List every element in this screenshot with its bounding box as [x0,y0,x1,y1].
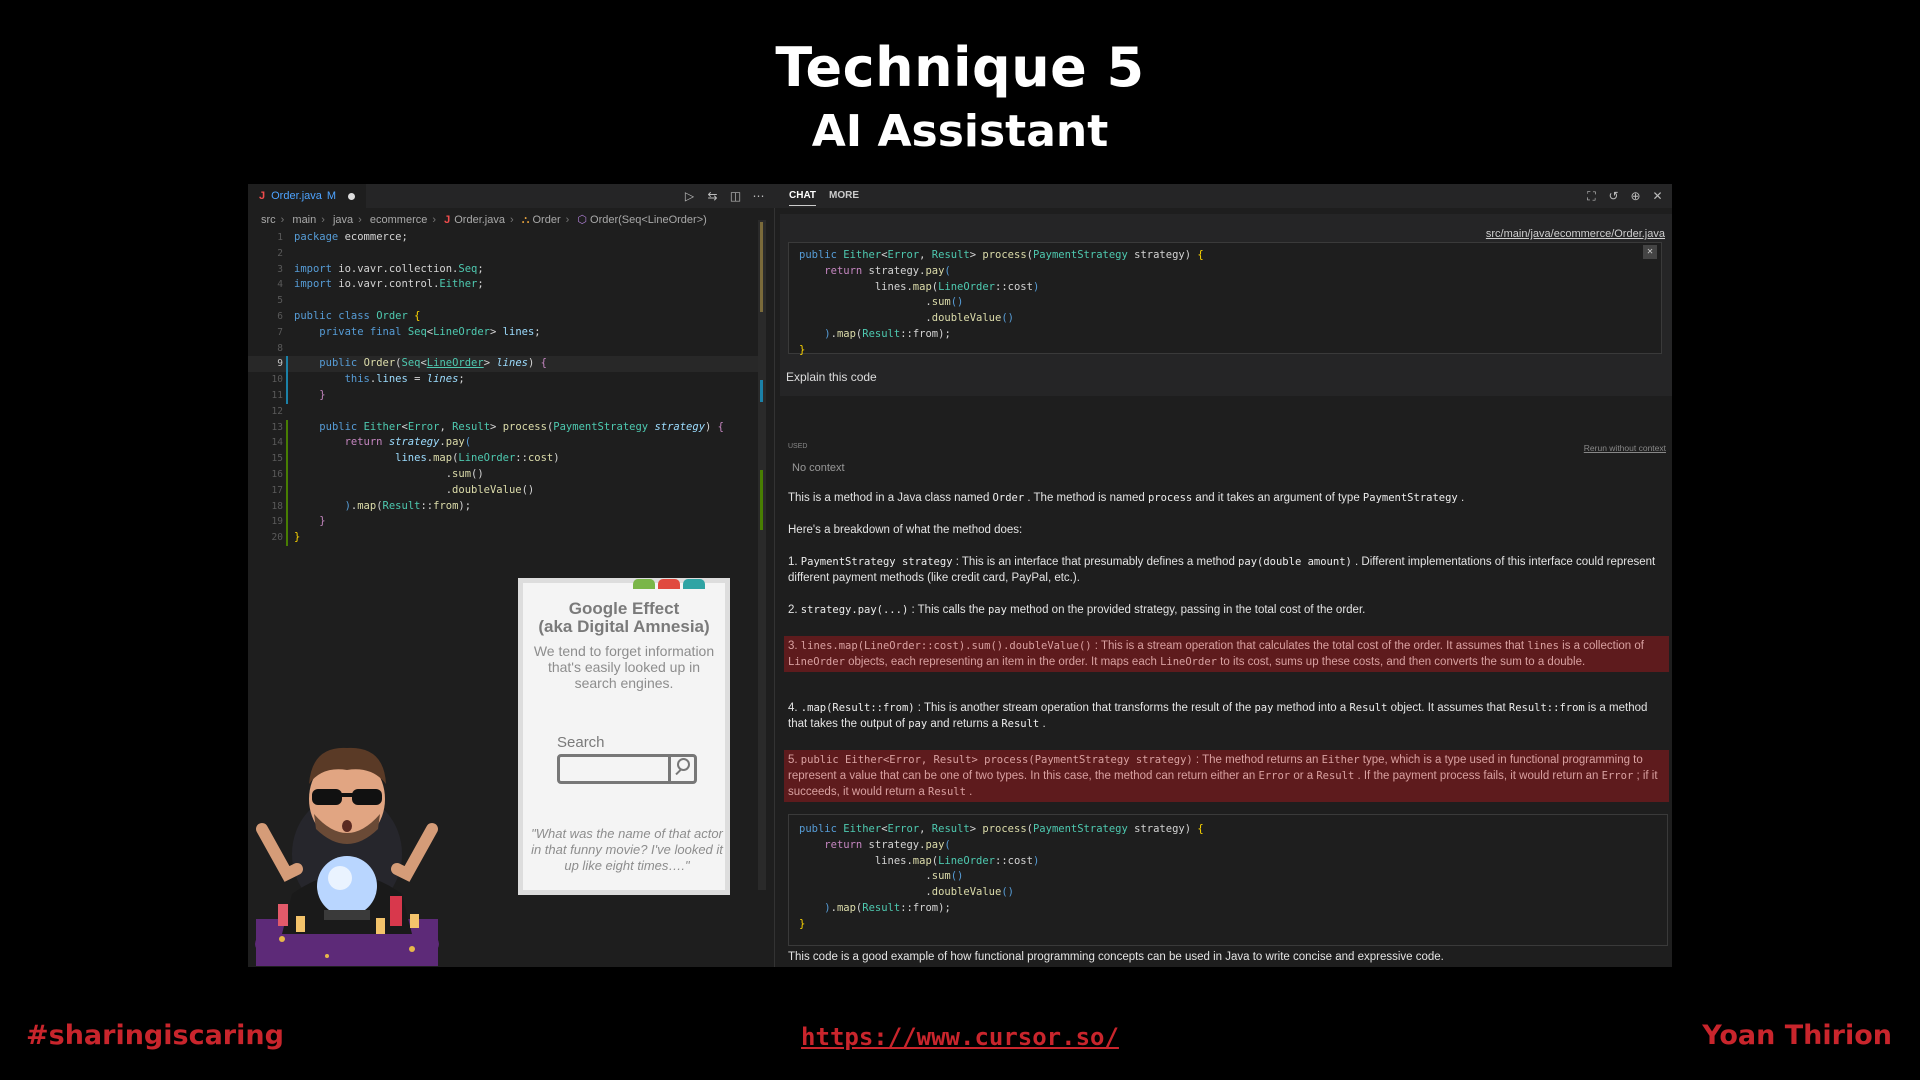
used-label: USED [788,443,808,450]
code-line: 1 package ecommerce; [277,231,408,243]
code-line: 5 [277,295,283,307]
breadcrumb-item[interactable]: main [292,214,316,226]
slide-subtitle: AI Assistant [811,106,1109,157]
editor-tab-bar: J Order.java M ▷ ⇆ ◫ ⋯ [248,184,775,208]
java-file-icon: J [259,190,266,202]
code-line: 8 [277,342,283,354]
user-query: Explain this code [786,370,877,384]
code-line: 7 private final Seq<LineOrder> lines; [277,325,541,338]
search-box [557,754,697,784]
response-list-item-highlighted: 3. lines.map(LineOrder::cost).sum().doub… [784,636,1669,672]
method-icon: ⬡ [577,214,587,226]
response-list-item: 2. strategy.pay(...) : This calls the pa… [788,604,1366,616]
card-quote: "What was the name of that actor in that… [531,826,723,873]
code-line-active: 9 public Order(Seq<LineOrder> lines) { [248,356,763,373]
tab-more[interactable]: MORE [829,190,859,201]
editor-scrollbar[interactable] [758,220,766,890]
slide-title-block: Technique 5 AI Assistant [0,34,1920,162]
fullscreen-icon[interactable]: ⛶ [1585,189,1598,204]
rerun-without-context-link[interactable]: Rerun without context [1584,443,1666,453]
close-icon[interactable]: ✕ [1651,189,1664,204]
code-line: 17 .doubleValue() [248,482,763,499]
code-line: 6 public class Order { [277,309,421,322]
ai-chat-panel: CHAT MORE ⛶ ↺ ⊕ ✕ src/main/java/ecommerc… [775,184,1672,967]
code-line: 18 ).map(Result::from); [248,498,763,515]
card-color-tabs [633,579,705,589]
breadcrumb-item[interactable]: java [333,214,353,226]
card-title: Google Effect (aka Digital Amnesia) [538,599,710,636]
response-paragraph: This is a method in a Java class named O… [788,492,1465,504]
response-list-item-highlighted: 5. public Either<Error, Result> process(… [784,750,1669,802]
tab-chat[interactable]: CHAT [789,190,817,206]
run-icon[interactable]: ▷ [683,189,696,203]
unsaved-dot-icon[interactable] [348,192,356,200]
code-line: 2 [277,247,283,259]
chat-actions: ⛶ ↺ ⊕ ✕ [1585,189,1664,204]
context-message: src/main/java/ecommerce/Order.java ✕ pub… [780,214,1672,396]
code-line: 11 } [248,387,763,404]
search-label: Search [557,734,605,751]
code-line: 16 .sum() [248,466,763,483]
app-screenshot: J Order.java M ▷ ⇆ ◫ ⋯ src › main › java › … [248,184,1672,967]
editor-actions: ▷ ⇆ ◫ ⋯ [683,189,765,203]
code-line: 4 import io.vavr.control.Either; [277,278,484,291]
cursor-url-link[interactable]: https://www.cursor.so/ [0,1023,1920,1051]
compare-icon[interactable]: ⇆ [706,189,719,203]
breadcrumb-item[interactable]: Order(Seq<LineOrder>) [590,214,707,226]
response-closing: This code is a good example of how funct… [788,951,1444,963]
google-effect-card: Google Effect (aka Digital Amnesia) We t… [518,578,730,895]
code-area[interactable]: 1 package ecommerce; 2 3 import io.vavr.co… [248,230,763,546]
selected-code-block: ✕ public Either<Error, Result> process(P… [788,242,1662,356]
code-editor: J Order.java M ▷ ⇆ ◫ ⋯ src › main › java › … [248,184,775,967]
response-code-block: public Either<Error, Result> process(Pay… [788,814,1668,946]
code-line: 3 import io.vavr.collection.Seq; [277,262,484,275]
no-context-label: No context [792,462,845,474]
chat-header: CHAT MORE ⛶ ↺ ⊕ ✕ [775,184,1672,208]
code-line: 19 } [248,514,763,531]
response-list-item: 1. PaymentStrategy strategy : This is an… [788,556,1656,584]
slide-title: Technique 5 [775,36,1145,99]
fortune-teller-avatar [255,747,439,966]
split-editor-icon[interactable]: ◫ [729,189,742,203]
tab-label: Order.java [271,190,322,202]
class-icon: ⛬ [521,214,530,226]
new-chat-icon[interactable]: ⊕ [1629,189,1642,204]
tab-order-java[interactable]: J Order.java M [248,184,366,208]
code-line: 12 [271,405,283,417]
code-line: 10 this.lines = lines; [248,372,763,388]
code-line: 15 lines.map(LineOrder::cost) [248,451,763,467]
code-line: 13 public Either<Error, Result> process(… [248,419,763,436]
response-paragraph: Here's a breakdown of what the method do… [788,524,1023,536]
code-line: 14 return strategy.pay( [248,435,763,452]
java-file-icon: J [444,214,451,226]
card-body: We tend to forget information that's eas… [533,643,715,691]
file-path-link[interactable]: src/main/java/ecommerce/Order.java [1486,228,1665,240]
code-line: 20} [248,530,763,546]
response-list-item: 4. .map(Result::from) : This is another … [788,702,1648,730]
tab-modified-status: M [326,190,337,202]
history-icon[interactable]: ↺ [1607,189,1620,204]
breadcrumb-item[interactable]: src [261,214,276,226]
breadcrumb-item[interactable]: Order [532,214,560,226]
breadcrumb: src › main › java › ecommerce › J Order.java ›… [261,214,707,226]
more-icon[interactable]: ⋯ [752,189,765,203]
author-name: Yoan Thirion [1702,1020,1892,1051]
breadcrumb-item[interactable]: ecommerce [370,214,427,226]
breadcrumb-item[interactable]: Order.java [454,214,505,226]
search-icon [668,754,697,784]
